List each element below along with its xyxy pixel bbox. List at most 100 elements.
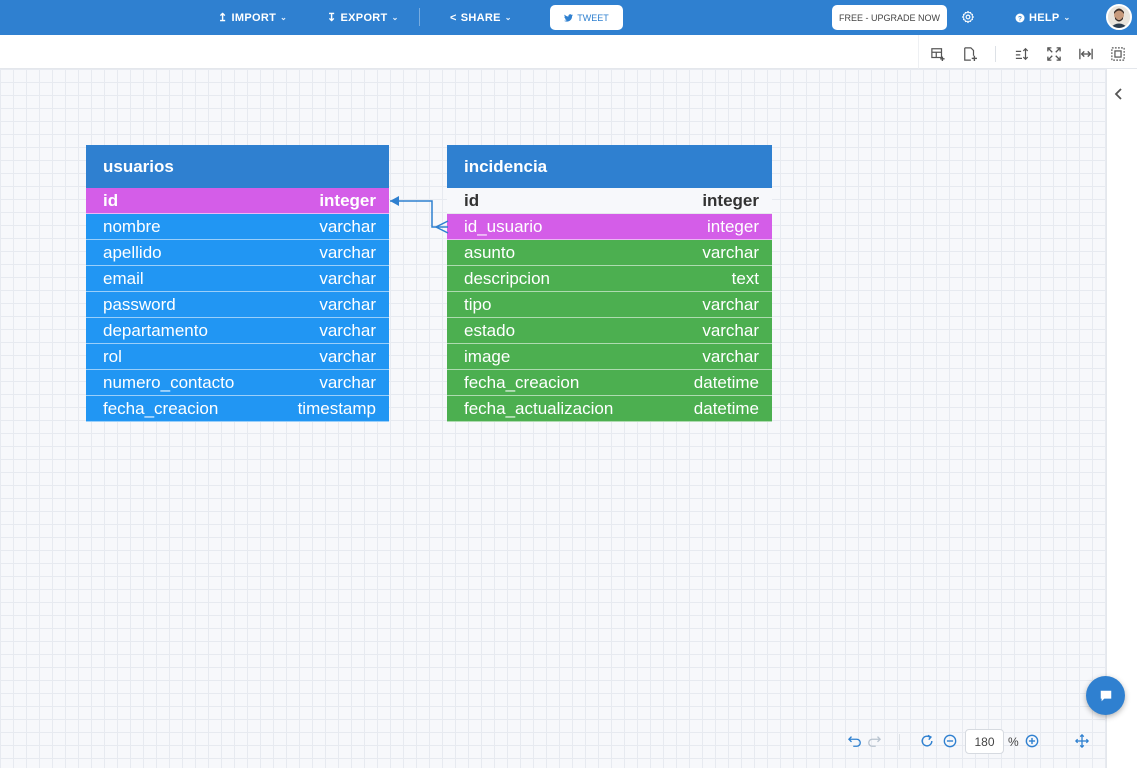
table-row[interactable]: apellido varchar xyxy=(86,240,389,266)
table-row[interactable]: id_usuario integer xyxy=(447,214,772,240)
chevron-down-icon: ⌄ xyxy=(391,13,399,22)
move-canvas-icon[interactable] xyxy=(1075,734,1089,748)
column-type: integer xyxy=(319,190,376,210)
table-row[interactable]: fecha_actualizacion datetime xyxy=(447,396,772,422)
share-icon: < xyxy=(450,11,457,24)
twitter-icon xyxy=(564,13,574,22)
column-type: timestamp xyxy=(297,398,376,418)
table-row[interactable]: estado varchar xyxy=(447,318,772,344)
zoom-in-icon[interactable] xyxy=(1025,734,1039,748)
column-name: rol xyxy=(103,346,122,366)
export-label: EXPORT xyxy=(340,11,388,24)
column-name: tipo xyxy=(464,294,492,314)
table-row[interactable]: tipo varchar xyxy=(447,292,772,318)
column-name: email xyxy=(103,268,144,288)
tweet-button[interactable]: TWEET xyxy=(550,5,623,30)
column-type: varchar xyxy=(319,372,376,392)
table-row[interactable]: descripcion text xyxy=(447,266,772,292)
upgrade-button[interactable]: FREE - UPGRADE NOW xyxy=(832,5,947,30)
column-name: estado xyxy=(464,320,516,340)
fit-width-icon[interactable] xyxy=(1079,47,1093,61)
toolbar-divider xyxy=(899,734,900,750)
column-type: varchar xyxy=(702,294,759,314)
share-label: SHARE xyxy=(460,11,501,24)
column-type: datetime xyxy=(693,398,759,418)
table-title[interactable]: usuarios xyxy=(86,145,389,188)
zoom-unit-label: % xyxy=(1008,735,1019,749)
help-label: HELP xyxy=(1029,11,1060,24)
chevron-left-icon[interactable] xyxy=(1113,87,1125,101)
table-row[interactable]: asunto varchar xyxy=(447,240,772,266)
table-row[interactable]: password varchar xyxy=(86,292,389,318)
column-type: varchar xyxy=(319,242,376,262)
column-type: varchar xyxy=(702,320,759,340)
column-name: departamento xyxy=(103,320,208,340)
column-name: password xyxy=(103,294,176,314)
table-row[interactable]: id integer xyxy=(447,188,772,214)
column-name: id_usuario xyxy=(464,216,543,236)
upgrade-label: FREE - UPGRADE NOW xyxy=(838,12,940,23)
column-type: varchar xyxy=(702,242,759,262)
table-usuarios[interactable]: usuarios id integer nombre varchar apell… xyxy=(86,145,389,422)
redo-icon[interactable] xyxy=(867,734,881,748)
svg-text:?: ? xyxy=(1018,15,1022,22)
column-name: id xyxy=(103,190,119,210)
user-avatar-icon xyxy=(1108,6,1130,28)
relationship-connector[interactable] xyxy=(388,190,450,236)
table-row[interactable]: fecha_creacion datetime xyxy=(447,370,772,396)
table-row[interactable]: nombre varchar xyxy=(86,214,389,240)
column-type: datetime xyxy=(693,372,759,392)
chat-button[interactable] xyxy=(1086,676,1125,715)
sort-icon[interactable] xyxy=(1015,47,1029,61)
chevron-down-icon: ⌄ xyxy=(1063,13,1071,22)
avatar[interactable] xyxy=(1106,4,1132,30)
help-icon: ? xyxy=(1015,13,1025,22)
table-row[interactable]: rol varchar xyxy=(86,344,389,370)
column-type: varchar xyxy=(319,268,376,288)
column-name: fecha_creacion xyxy=(464,372,580,392)
download-icon: ↧ xyxy=(327,12,337,24)
column-type: integer xyxy=(707,216,759,236)
right-side-panel xyxy=(1106,69,1137,768)
zoom-out-icon[interactable] xyxy=(943,734,957,748)
column-type: varchar xyxy=(319,216,376,236)
chevron-down-icon: ⌄ xyxy=(504,13,512,22)
table-row[interactable]: email varchar xyxy=(86,266,389,292)
table-row[interactable]: fecha_creacion timestamp xyxy=(86,396,389,422)
table-row[interactable]: id integer xyxy=(86,188,389,214)
chevron-down-icon: ⌄ xyxy=(280,13,288,22)
add-table-icon[interactable] xyxy=(931,47,945,61)
zoom-level-input[interactable] xyxy=(965,729,1004,754)
table-row[interactable]: numero_contacto varchar xyxy=(86,370,389,396)
help-button[interactable]: ? HELP ⌄ xyxy=(1015,0,1071,35)
column-name: apellido xyxy=(103,242,162,262)
table-row[interactable]: departamento varchar xyxy=(86,318,389,344)
column-name: descripcion xyxy=(464,268,550,288)
table-incidencia[interactable]: incidencia id integer id_usuario integer… xyxy=(447,145,772,422)
share-button[interactable]: < SHARE ⌄ xyxy=(450,0,512,35)
column-name: nombre xyxy=(103,216,161,236)
import-button[interactable]: ↥ IMPORT ⌄ xyxy=(218,0,287,35)
table-title[interactable]: incidencia xyxy=(447,145,772,188)
column-name: id xyxy=(464,190,480,210)
toolbar-divider xyxy=(419,8,420,26)
column-type: varchar xyxy=(702,346,759,366)
column-name: fecha_actualizacion xyxy=(464,398,614,418)
table-row[interactable]: image varchar xyxy=(447,344,772,370)
import-label: IMPORT xyxy=(231,11,277,24)
column-name: asunto xyxy=(464,242,516,262)
column-type: text xyxy=(731,268,759,288)
gear-icon[interactable] xyxy=(961,10,975,24)
export-button[interactable]: ↧ EXPORT ⌄ xyxy=(327,0,399,35)
column-name: fecha_creacion xyxy=(103,398,219,418)
column-type: varchar xyxy=(319,320,376,340)
column-type: varchar xyxy=(319,346,376,366)
column-name: numero_contacto xyxy=(103,372,235,392)
select-area-icon[interactable] xyxy=(1111,47,1125,61)
undo-icon[interactable] xyxy=(848,734,862,748)
add-note-icon[interactable] xyxy=(963,47,977,61)
reset-zoom-icon[interactable] xyxy=(920,734,934,748)
tweet-label: TWEET xyxy=(577,12,609,23)
upload-icon: ↥ xyxy=(218,12,228,24)
fullscreen-icon[interactable] xyxy=(1047,47,1061,61)
